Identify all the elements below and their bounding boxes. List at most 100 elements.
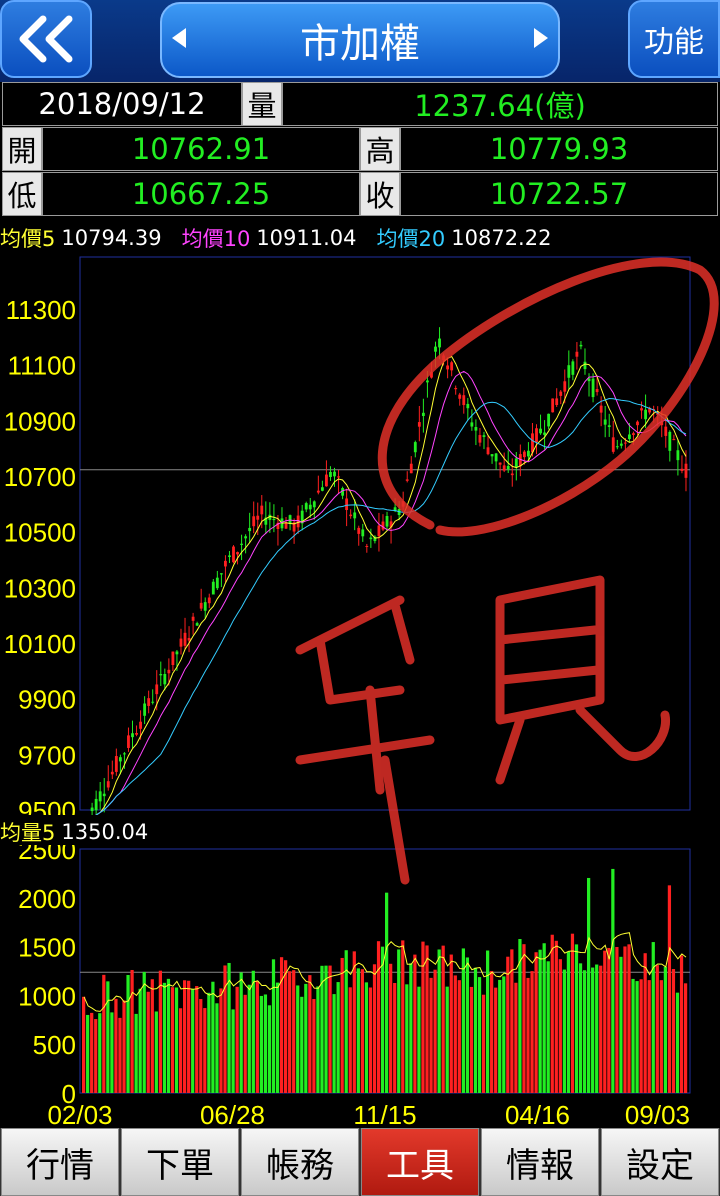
volume-bar: [122, 1000, 126, 1093]
ma-legend: 均價5 10794.39 均價10 10911.04 均價20 10872.22: [0, 223, 720, 253]
candle-body: [430, 371, 433, 378]
candle-body: [365, 546, 369, 548]
volume-bar: [453, 975, 457, 1093]
candle-body: [417, 422, 421, 427]
x-tick-label: 02/03: [47, 1100, 112, 1128]
candle-body: [502, 465, 506, 471]
candle-body: [102, 793, 106, 797]
volume-bar: [587, 877, 591, 1093]
volume-bar: [284, 960, 288, 1093]
candle-body: [547, 413, 551, 427]
volume-bar: [150, 979, 154, 1093]
candle-body: [510, 473, 514, 476]
tab-account[interactable]: 帳務: [241, 1128, 359, 1196]
price-y-tick-label: 11300: [6, 295, 76, 325]
volume-bar: [106, 981, 110, 1093]
candle-body: [684, 463, 688, 478]
volume-bar: [663, 966, 667, 1093]
ma20-line: [95, 397, 687, 815]
volume-bar: [235, 986, 239, 1093]
candle-body: [260, 505, 264, 515]
volume-bar: [183, 980, 187, 1093]
ma20-label: 均價20: [376, 227, 446, 251]
high-value: 10779.93: [400, 127, 718, 171]
candle-body: [256, 515, 260, 520]
volume-bar: [546, 961, 550, 1093]
volume-bar: [578, 963, 583, 1093]
volume-bar: [360, 969, 364, 1093]
back-button[interactable]: [0, 0, 92, 78]
volume-bar: [207, 992, 211, 1093]
volume-bar: [445, 986, 449, 1093]
volume-bar: [469, 986, 474, 1093]
candle-body: [494, 453, 498, 462]
volume-chart[interactable]: 2500200015001000500002/03 06/28 11/15 04/16…: [0, 845, 720, 1128]
volume-bar: [619, 956, 623, 1093]
high-label: 高: [360, 127, 400, 171]
volume-bar: [158, 970, 162, 1093]
candle-body: [478, 435, 482, 443]
volume-bar: [570, 933, 575, 1093]
candle-body: [106, 781, 110, 788]
price-y-tick-label: 9500: [18, 796, 76, 815]
candle-body: [531, 433, 534, 453]
volume-bar: [134, 1013, 138, 1093]
volume-bar: [574, 944, 579, 1093]
candle-body: [607, 425, 611, 428]
price-chart[interactable]: 11300 11100 10900 10700 10500 10300 10100 9900 9…: [0, 253, 720, 815]
volume-bar: [671, 969, 676, 1093]
volume-bar: [292, 970, 296, 1093]
candle-body: [155, 684, 159, 695]
volume-bar: [554, 940, 558, 1093]
volume-bar: [538, 949, 542, 1093]
candle-body: [353, 512, 357, 519]
volume-bar: [615, 946, 619, 1093]
volume-bar: [631, 978, 635, 1093]
volume-bar: [174, 987, 179, 1093]
candle-body: [248, 527, 252, 532]
tab-quotes[interactable]: 行情: [1, 1128, 119, 1196]
candle-body: [619, 443, 623, 446]
tab-order[interactable]: 下單: [121, 1128, 239, 1196]
candle-body: [611, 437, 615, 452]
candle-body: [308, 504, 312, 510]
candle-body: [127, 735, 130, 748]
prev-arrow-icon[interactable]: [172, 28, 186, 48]
volume-bar: [582, 970, 587, 1093]
page-title: 市加權: [300, 21, 420, 67]
candle-body: [409, 463, 413, 474]
candle-body: [458, 394, 462, 399]
candle-body: [114, 756, 118, 772]
volume-bar: [397, 949, 401, 1093]
volume-bar: [300, 996, 304, 1093]
volume-bar: [255, 981, 259, 1093]
volume-bar: [679, 955, 684, 1093]
tab-info[interactable]: 情報: [481, 1128, 599, 1196]
candle-body: [135, 733, 138, 735]
price-y-tick-label: 11100: [8, 351, 76, 381]
candle-body: [603, 419, 607, 425]
volume-bar: [146, 991, 150, 1093]
volume-bar: [675, 992, 680, 1093]
candle-body: [110, 771, 114, 775]
volume-bar: [514, 982, 518, 1093]
volume-bar: [118, 1017, 122, 1093]
volume-bar: [441, 945, 445, 1093]
tab-tools[interactable]: 工具: [361, 1128, 479, 1196]
volume-bar: [607, 947, 611, 1093]
tab-settings[interactable]: 設定: [601, 1128, 719, 1196]
candle-body: [211, 581, 215, 595]
volume-bar: [380, 946, 385, 1093]
function-button[interactable]: 功能: [628, 0, 720, 78]
candle-body: [474, 427, 478, 431]
volume-bar: [308, 975, 312, 1093]
volume-bar: [477, 977, 482, 1093]
volume-bar: [187, 980, 191, 1093]
candle-body: [498, 462, 502, 465]
title-selector[interactable]: 市加權: [160, 2, 560, 78]
candle-body: [514, 458, 518, 468]
next-arrow-icon[interactable]: [534, 28, 548, 48]
candle-body: [571, 361, 575, 375]
low-value: 10667.25: [42, 172, 360, 216]
ma10-value: 10911.04: [256, 226, 357, 250]
